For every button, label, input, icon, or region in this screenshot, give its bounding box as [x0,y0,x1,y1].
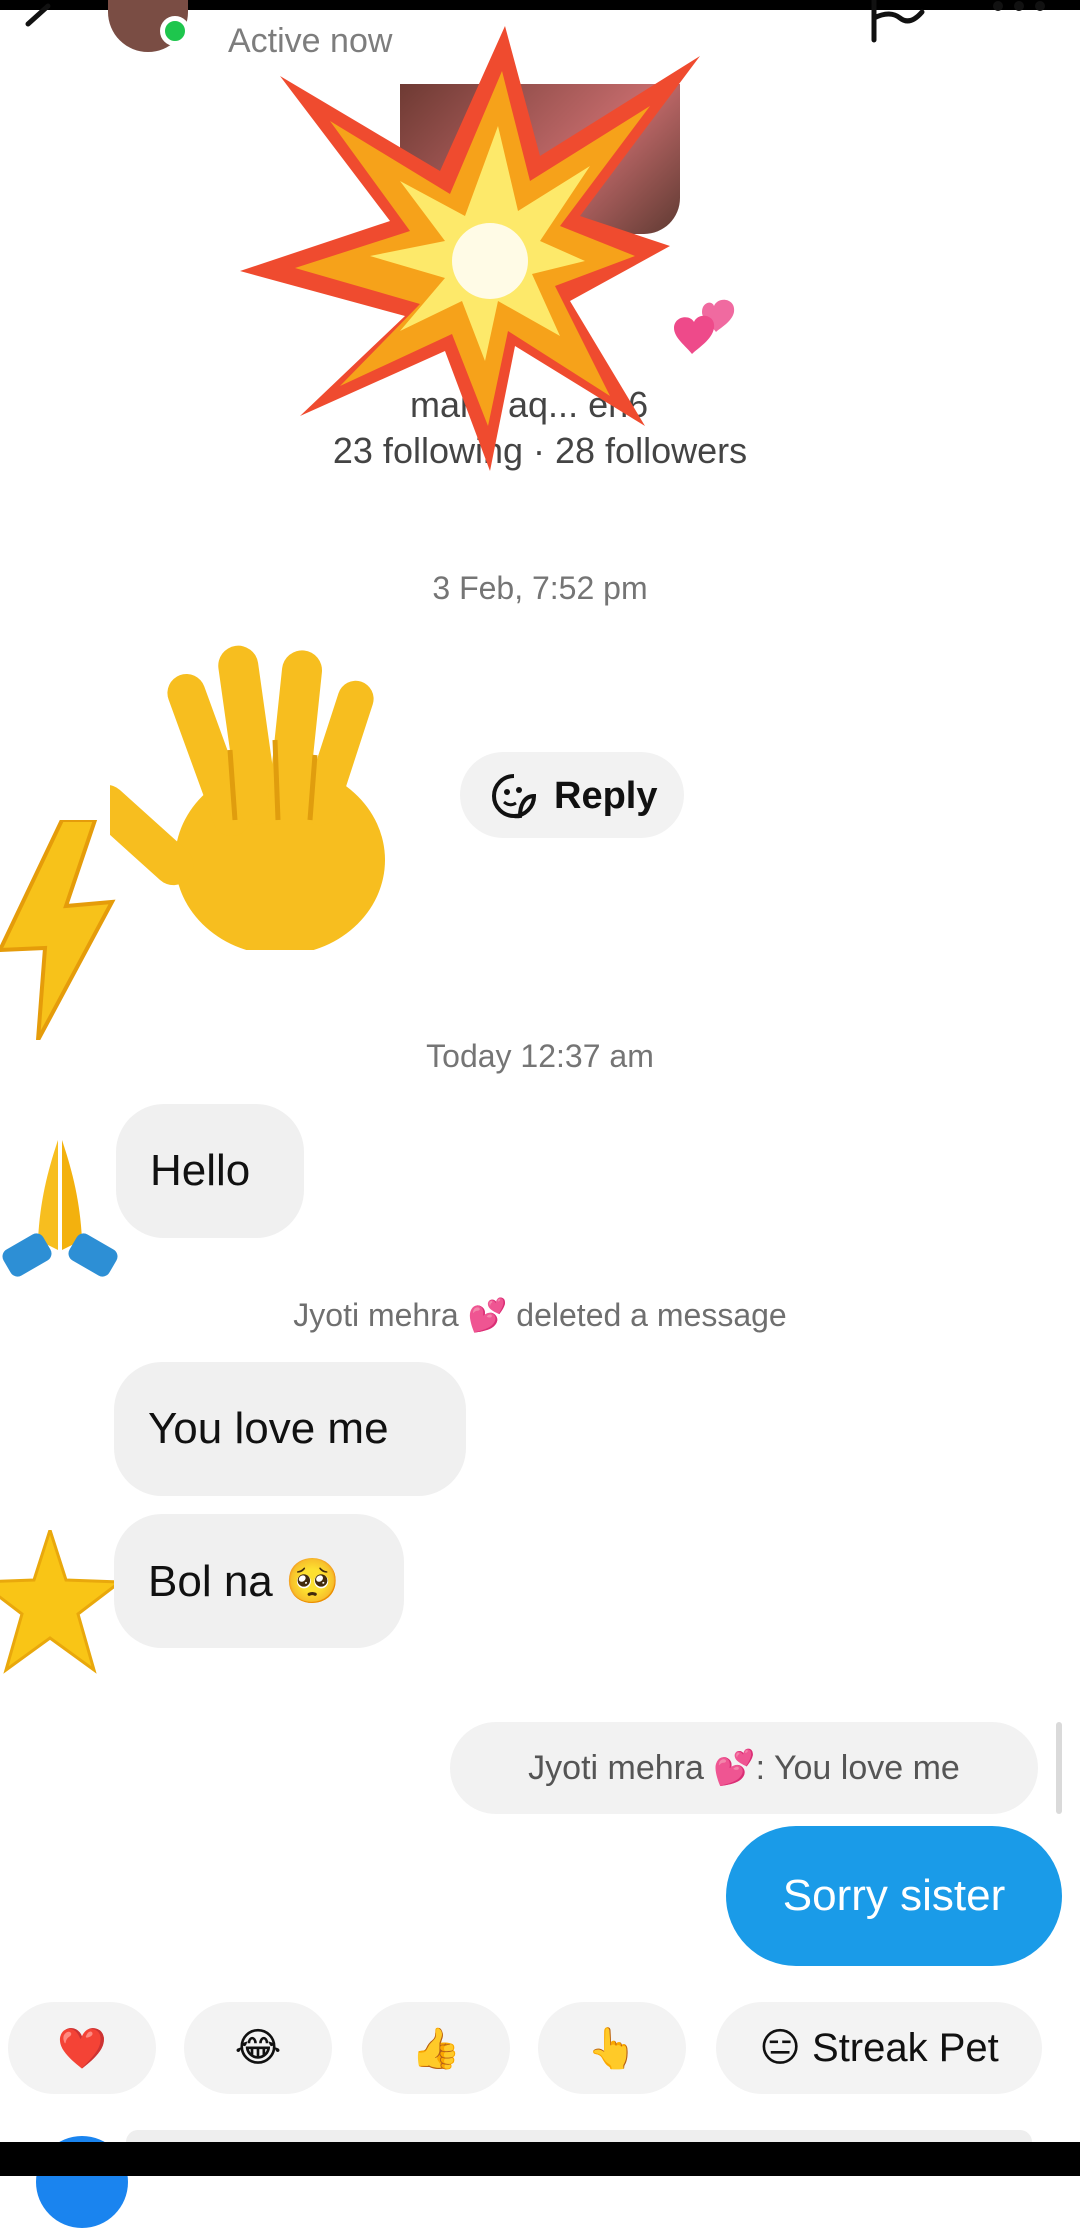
waving-hand-sticker-icon[interactable] [110,630,430,950]
streak-pet-button[interactable]: 😑 Streak Pet [716,2002,1042,2094]
quick-reaction-heart[interactable]: ❤️ [8,2002,156,2094]
quoted-reply[interactable]: Jyoti mehra 💕: You love me [450,1722,1038,1814]
folded-hands-icon [2,1140,118,1277]
flag-icon[interactable] [868,0,928,44]
timestamp: Today 12:37 am [426,1038,654,1074]
lightning-icon [0,820,116,1040]
message-bubble[interactable]: Bol na 🥺 [114,1514,404,1648]
hearts-icon [674,299,735,354]
back-arrow-icon[interactable] [18,2,58,42]
deleted-message-notice: Jyoti mehra 💕 deleted a message [293,1297,787,1333]
sent-message-bubble[interactable]: Sorry sister [726,1826,1062,1966]
quick-reaction-point-up[interactable]: 👆 [538,2002,686,2094]
quick-reaction-thumbs-up[interactable]: 👍 [362,2002,510,2094]
message-bubble[interactable]: You love me [114,1362,466,1496]
quick-reaction-laugh[interactable]: 😂 [184,2002,332,2094]
more-icon[interactable] [990,0,1048,20]
message-bubble[interactable]: Hello [116,1104,304,1238]
timestamp: 3 Feb, 7:52 pm [432,570,648,606]
reply-indicator-bar [1056,1722,1062,1814]
online-indicator [160,16,190,46]
explosion-sticker-icon [240,26,700,471]
bottom-strip [0,2142,1080,2176]
sticker-reply-icon [492,774,537,819]
star-icon [0,1530,124,1674]
reply-label: Reply [554,775,658,817]
